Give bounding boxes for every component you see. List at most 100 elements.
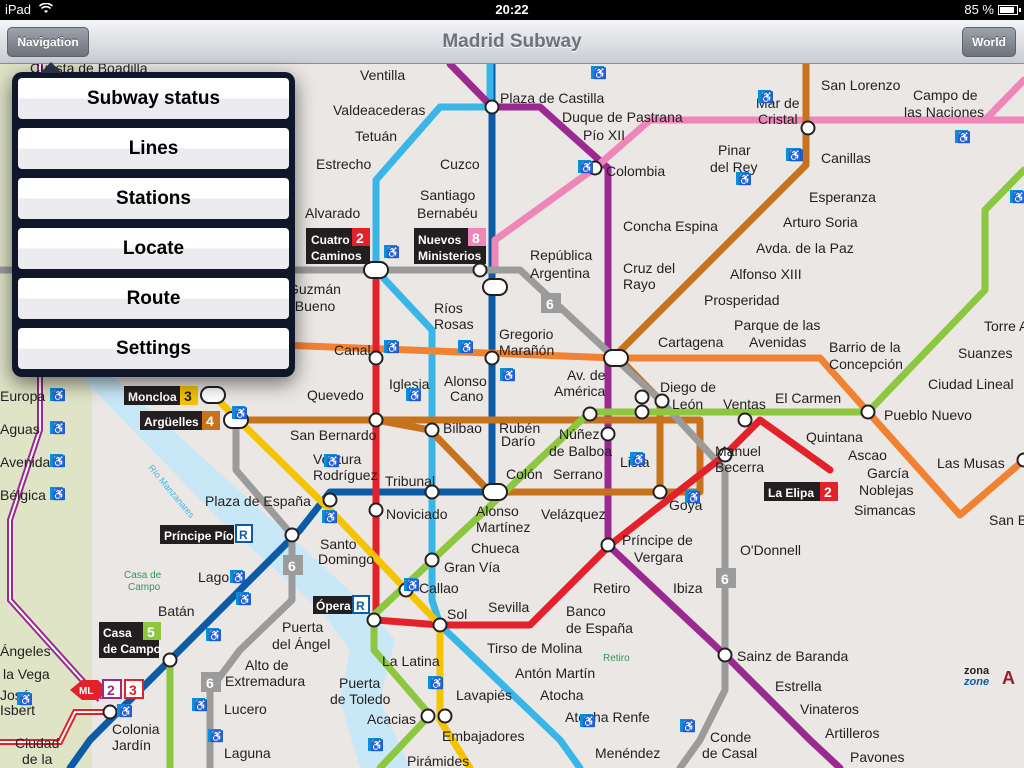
- station-label[interactable]: Guzmán: [288, 281, 341, 297]
- station-label[interactable]: La Latina: [382, 653, 440, 669]
- station-label[interactable]: Sevilla: [488, 599, 529, 615]
- station-label[interactable]: Alonso: [444, 373, 487, 389]
- menu-item-route[interactable]: Route: [18, 278, 289, 319]
- line-8-ext[interactable]: [981, 76, 1024, 124]
- station-label[interactable]: Ciudad Lineal: [928, 376, 1014, 392]
- station-label[interactable]: Banco: [566, 603, 606, 619]
- badge-casa-de-campo[interactable]: Casa de Campo 5: [99, 622, 161, 658]
- station-label[interactable]: Laguna: [224, 745, 271, 761]
- station-label[interactable]: León: [672, 396, 703, 412]
- interchange-station[interactable]: [600, 537, 616, 553]
- station-label[interactable]: Cruz del: [623, 260, 675, 276]
- station-label[interactable]: Cuzco: [440, 156, 480, 172]
- station-label[interactable]: O'Donnell: [740, 542, 801, 558]
- badge-cuatro-caminos[interactable]: Cuatro Caminos 2: [306, 228, 370, 264]
- station-label[interactable]: Puerta: [339, 675, 380, 691]
- station-label[interactable]: Esperanza: [809, 189, 876, 205]
- station-label[interactable]: Sainz de Baranda: [737, 648, 849, 664]
- station-label[interactable]: Europa: [0, 388, 45, 404]
- station-label[interactable]: Embajadores: [442, 728, 525, 744]
- station-label[interactable]: El Carmen: [775, 390, 841, 406]
- station-label[interactable]: Campo de: [913, 87, 978, 103]
- station-label[interactable]: Arturo Soria: [783, 214, 858, 230]
- station-label[interactable]: Noviciado: [386, 506, 448, 522]
- station-label[interactable]: Santo: [320, 536, 357, 552]
- interchange-station[interactable]: [424, 552, 440, 568]
- station-label[interactable]: Prosperidad: [704, 292, 780, 308]
- station-label[interactable]: de Casal: [702, 745, 757, 761]
- station-label[interactable]: del Rey: [710, 159, 757, 175]
- interchange-station[interactable]: [717, 647, 733, 663]
- station-label[interactable]: Puerta: [282, 619, 323, 635]
- station-label[interactable]: Plaza de España: [205, 493, 311, 509]
- station-label[interactable]: de Balboa: [549, 443, 612, 459]
- station-label[interactable]: Canal: [334, 342, 371, 358]
- station-label[interactable]: Vergara: [634, 549, 683, 565]
- station-label[interactable]: Las Musas: [937, 455, 1005, 471]
- station-label[interactable]: Pirámides: [407, 753, 469, 768]
- station-label[interactable]: Barrio de la: [829, 339, 901, 355]
- station-label[interactable]: Atocha: [540, 687, 584, 703]
- station-label[interactable]: Ángeles: [0, 643, 51, 659]
- station-label[interactable]: Alto de: [245, 657, 289, 673]
- station-label[interactable]: Pueblo Nuevo: [884, 407, 972, 423]
- station-label[interactable]: Torre Arias: [984, 318, 1024, 334]
- station-label[interactable]: Ascao: [848, 447, 887, 463]
- station-label[interactable]: Santiago: [420, 187, 475, 203]
- station-label[interactable]: Bélgica: [0, 487, 46, 503]
- station-label[interactable]: Conde: [710, 729, 751, 745]
- station-label[interactable]: Pinar: [718, 142, 751, 158]
- interchange-station[interactable]: [366, 612, 382, 628]
- badge-moncloa[interactable]: Moncloa 3: [124, 386, 198, 405]
- station-label[interactable]: República: [530, 247, 592, 263]
- station-label[interactable]: Rodríguez: [313, 467, 378, 483]
- station-label[interactable]: Jardín: [112, 737, 151, 753]
- menu-item-lines[interactable]: Lines: [18, 128, 289, 169]
- station-label[interactable]: Sol: [447, 606, 467, 622]
- interchange-station[interactable]: [472, 262, 488, 278]
- station-label[interactable]: Colón: [506, 466, 543, 482]
- station-label[interactable]: Núñez: [559, 426, 599, 442]
- station-label[interactable]: Concha Espina: [623, 218, 718, 234]
- menu-item-subway-status[interactable]: Subway status: [18, 78, 289, 119]
- station-label[interactable]: Tribunal: [385, 473, 435, 489]
- interchange-station[interactable]: [162, 652, 178, 668]
- interchange-station[interactable]: [424, 422, 440, 438]
- station-label[interactable]: Colonia: [112, 721, 160, 737]
- station-label[interactable]: Serrano: [553, 466, 603, 482]
- interchange-station[interactable]: [634, 404, 650, 420]
- interchange-station[interactable]: [484, 99, 500, 115]
- station-label[interactable]: Cristal: [758, 111, 798, 127]
- badge-principe-pio[interactable]: Príncipe Pío R: [160, 524, 253, 544]
- station-label[interactable]: Aguas: [0, 421, 40, 437]
- station-label[interactable]: Chueca: [471, 540, 519, 556]
- interchange-station[interactable]: [420, 708, 436, 724]
- station-label[interactable]: Lucero: [224, 701, 267, 717]
- station-label[interactable]: Gran Vía: [444, 559, 500, 575]
- station-label[interactable]: Alfonso XIII: [730, 266, 802, 282]
- interchange-station[interactable]: [322, 492, 338, 508]
- station-label[interactable]: Av. de: [567, 367, 606, 383]
- station-label[interactable]: Pío XII: [583, 127, 625, 143]
- station-label[interactable]: Alonso: [476, 503, 519, 519]
- badge-nuevos-ministerios[interactable]: Nuevos Ministerios 8: [414, 228, 486, 264]
- station-label[interactable]: Avenidas: [749, 334, 806, 350]
- menu-item-stations[interactable]: Stations: [18, 178, 289, 219]
- station-label[interactable]: Callao: [419, 580, 459, 596]
- station-label[interactable]: Velázquez: [541, 506, 606, 522]
- station-label[interactable]: Ciudad: [15, 735, 59, 751]
- station-label[interactable]: Cano: [450, 388, 484, 404]
- station-label[interactable]: Ventas: [723, 396, 766, 412]
- station-label[interactable]: Rosas: [434, 316, 474, 332]
- station-label[interactable]: Pavones: [850, 749, 904, 765]
- station-label[interactable]: Rayo: [623, 276, 656, 292]
- station-label[interactable]: Ibiza: [673, 580, 703, 596]
- interchange-station[interactable]: [102, 704, 118, 720]
- interchange-station[interactable]: [482, 278, 508, 296]
- station-label[interactable]: Extremadura: [225, 673, 305, 689]
- station-label[interactable]: Martínez: [476, 519, 530, 535]
- station-label[interactable]: Atocha Renfe: [565, 709, 650, 725]
- interchange-station[interactable]: [284, 527, 300, 543]
- world-button[interactable]: World: [962, 27, 1016, 57]
- station-label[interactable]: San Blas: [989, 512, 1024, 528]
